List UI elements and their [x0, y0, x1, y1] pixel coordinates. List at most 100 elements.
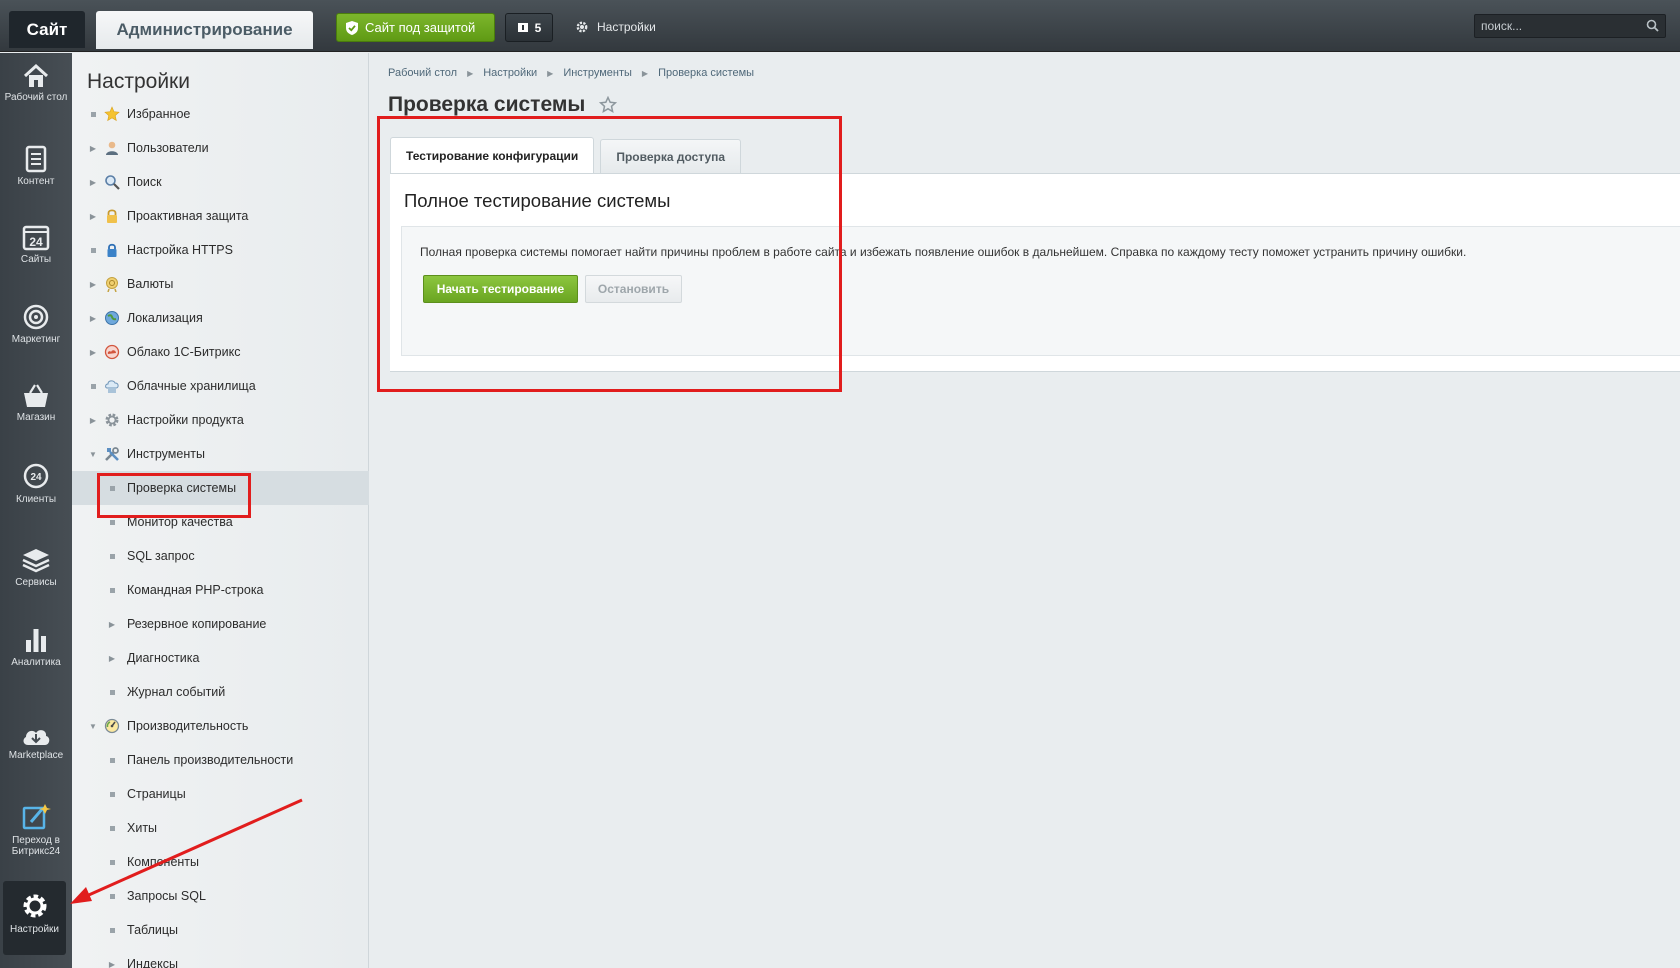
menu-item-label: Облачные хранилища: [127, 379, 256, 393]
svg-text:24: 24: [30, 472, 42, 483]
menu-item-label: Настройки продукта: [127, 413, 244, 427]
menu-item-label: Панель производительности: [127, 753, 294, 767]
rail-label: Аналитика: [11, 657, 61, 668]
bullet-icon[interactable]: [88, 110, 98, 119]
bullet-icon[interactable]: [107, 756, 117, 765]
menu-item-label: Диагностика: [127, 651, 200, 665]
menu-item[interactable]: Журнал событий: [72, 675, 369, 709]
admin-tab[interactable]: Администрирование: [96, 11, 313, 49]
page-title-text: Проверка системы: [388, 93, 586, 116]
chevron-down-icon[interactable]: ▼: [88, 722, 98, 731]
bullet-icon[interactable]: [88, 382, 98, 391]
bullet-icon[interactable]: [107, 552, 117, 561]
menu-item[interactable]: ▶ Пользователи: [72, 131, 369, 165]
rail-item-sites[interactable]: 24 Сайты: [0, 223, 72, 299]
rail-item-shop[interactable]: Магазин: [0, 383, 72, 459]
chevron-right-icon[interactable]: ▶: [88, 416, 98, 425]
rail-label: Маркетинг: [11, 334, 61, 345]
menu-item[interactable]: Избранное: [72, 97, 369, 131]
chevron-down-icon[interactable]: ▼: [88, 450, 98, 459]
menu-item-label: Настройка HTTPS: [127, 243, 233, 257]
menu-item[interactable]: Настройка HTTPS: [72, 233, 369, 267]
currency-icon: [104, 276, 120, 293]
chevron-right-icon[interactable]: ▶: [88, 280, 98, 289]
menu-item[interactable]: ▼ Инструменты: [72, 437, 369, 471]
gear-icon: [576, 21, 588, 33]
external-edit-icon: [22, 804, 51, 830]
breadcrumb-item[interactable]: Рабочий стол: [388, 67, 457, 79]
breadcrumb-item[interactable]: Проверка системы: [658, 67, 754, 79]
search-input[interactable]: [1475, 15, 1635, 37]
breadcrumb-item[interactable]: Инструменты: [563, 67, 632, 79]
menu-item-label: Производительность: [127, 719, 249, 733]
star-outline-icon[interactable]: [599, 96, 618, 114]
bullet-icon[interactable]: [107, 586, 117, 595]
user-icon: [104, 140, 120, 156]
rail-item-analytics[interactable]: Аналитика: [0, 626, 72, 702]
chevron-right-icon[interactable]: ▶: [107, 960, 117, 968]
rail-item-services[interactable]: Сервисы: [0, 546, 72, 622]
bullet-icon[interactable]: [107, 926, 117, 935]
menu-item[interactable]: ▶ Настройки продукта: [72, 403, 369, 437]
menu-item-label: Инструменты: [127, 447, 205, 461]
top-settings-link[interactable]: Настройки: [575, 17, 656, 37]
rail-item-desktop[interactable]: Рабочий стол: [0, 63, 72, 139]
menu-item[interactable]: ▼ Производительность: [72, 709, 369, 743]
rail-label: Marketplace: [8, 750, 64, 761]
breadcrumb: Рабочий стол ▶ Настройки ▶ Инструменты ▶…: [388, 67, 754, 79]
site-secure-button[interactable]: Сайт под защитой: [336, 13, 495, 42]
menu-item[interactable]: SQL запрос: [72, 539, 369, 573]
menu-item-label: Командная PHP-строка: [127, 583, 264, 597]
menu-item[interactable]: ▶ Локализация: [72, 301, 369, 335]
menu-item[interactable]: Панель производительности: [72, 743, 369, 777]
chevron-right-icon[interactable]: ▶: [88, 178, 98, 187]
menu-item[interactable]: ▶ Проактивная защита: [72, 199, 369, 233]
chevron-right-icon[interactable]: ▶: [88, 314, 98, 323]
menu-item[interactable]: ▶ Диагностика: [72, 641, 369, 675]
notification-icon: [517, 22, 528, 32]
page-title: Проверка системы: [388, 93, 618, 117]
search-icon[interactable]: [1646, 19, 1659, 32]
menu-item[interactable]: ▶ Облако 1С-Битрикс: [72, 335, 369, 369]
bubble-24-icon: 24: [23, 463, 49, 489]
rail-item-content[interactable]: Контент: [0, 145, 72, 221]
menu-item[interactable]: ▶ Валюты: [72, 267, 369, 301]
chevron-right-icon[interactable]: ▶: [88, 348, 98, 357]
menu-item[interactable]: Командная PHP-строка: [72, 573, 369, 607]
updates-count: 5: [534, 20, 542, 35]
bullet-icon[interactable]: [107, 688, 117, 697]
chevron-right-icon[interactable]: ▶: [88, 144, 98, 153]
layers-icon: [22, 549, 50, 573]
chevron-right-icon[interactable]: ▶: [88, 212, 98, 221]
rail-item-settings[interactable]: Настройки: [3, 881, 66, 955]
star-icon: [104, 106, 120, 122]
site-tab[interactable]: Сайт: [9, 11, 85, 48]
breadcrumb-item[interactable]: Настройки: [483, 67, 537, 79]
cloud-icon: [104, 344, 120, 360]
menu-item[interactable]: Таблицы: [72, 913, 369, 947]
rail-label: Настройки: [9, 924, 60, 935]
bullet-icon[interactable]: [107, 518, 117, 527]
updates-button[interactable]: 5: [505, 13, 553, 42]
storage-icon: [104, 378, 120, 394]
annotation-box-menu-item: [97, 473, 251, 518]
menu-item-label: Журнал событий: [127, 685, 226, 699]
rail-label: Сервисы: [15, 577, 57, 588]
rail-label: Рабочий стол: [4, 92, 68, 103]
bullet-icon[interactable]: [88, 246, 98, 255]
menu-item[interactable]: ▶ Индексы: [72, 947, 369, 968]
chevron-right-icon[interactable]: ▶: [107, 620, 117, 629]
https-lock-icon: [104, 242, 120, 258]
chevron-right-icon[interactable]: ▶: [107, 654, 117, 663]
basket-icon: [24, 384, 48, 407]
menu-item[interactable]: Облачные хранилища: [72, 369, 369, 403]
top-settings-label: Настройки: [597, 20, 656, 34]
home-icon: [23, 63, 49, 87]
menu-item[interactable]: ▶ Поиск: [72, 165, 369, 199]
menu-item[interactable]: ▶ Резервное копирование: [72, 607, 369, 641]
menu-item-label: Таблицы: [127, 923, 179, 937]
bar-chart-icon: [26, 629, 46, 652]
rail-item-clients[interactable]: 24 Клиенты: [0, 463, 72, 539]
menu-item-label: Валюты: [127, 277, 174, 291]
rail-item-marketing[interactable]: Маркетинг: [0, 303, 72, 379]
